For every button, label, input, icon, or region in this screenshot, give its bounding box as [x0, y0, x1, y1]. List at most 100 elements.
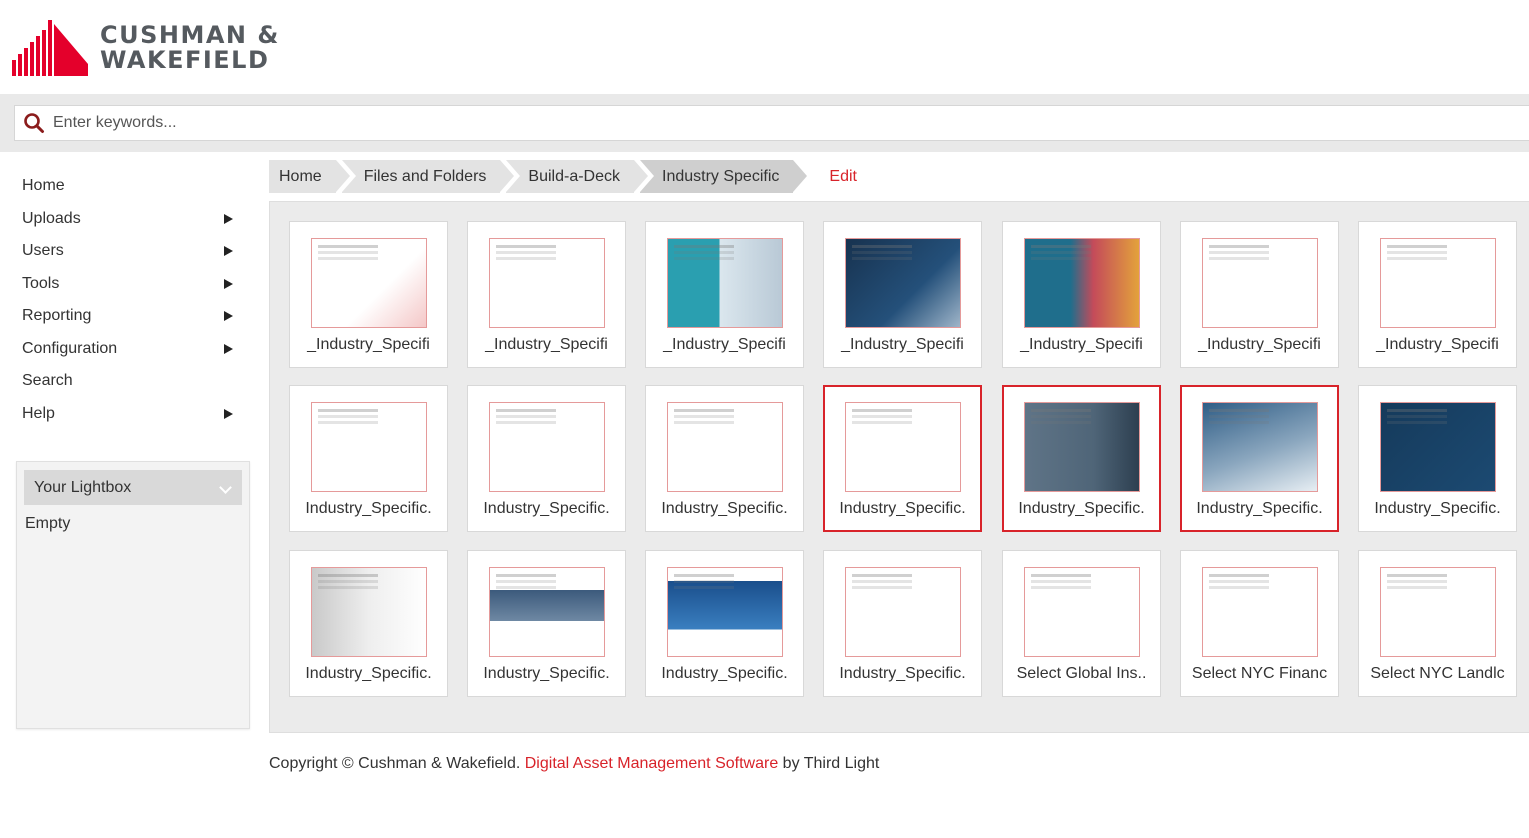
asset-tile-label: Industry_Specific.	[483, 500, 610, 517]
asset-tile-label: Industry_Specific.	[305, 665, 432, 682]
asset-tile[interactable]: Industry_Specific.	[823, 385, 982, 532]
asset-tile-label: _Industry_Specifi	[485, 336, 608, 353]
thumbnail-content	[1209, 245, 1269, 248]
sidebar-item-configuration[interactable]: Configuration	[0, 333, 252, 366]
sidebar-item-label: Home	[22, 177, 65, 195]
thumbnail-content	[674, 245, 734, 248]
breadcrumb-home[interactable]: Home	[269, 160, 350, 193]
asset-thumbnail[interactable]	[1202, 567, 1318, 657]
asset-tile[interactable]: Industry_Specific.	[823, 550, 982, 697]
thumbnail-content	[1387, 245, 1447, 248]
asset-tile[interactable]: Industry_Specific.	[467, 385, 626, 532]
asset-tile-label: Industry_Specific.	[305, 500, 432, 517]
breadcrumb-label: Build-a-Deck	[528, 167, 620, 185]
lightbox-status: Empty	[25, 515, 71, 532]
asset-thumbnail[interactable]	[667, 402, 783, 492]
asset-thumbnail[interactable]	[1202, 238, 1318, 328]
sidebar-item-tools[interactable]: Tools	[0, 268, 252, 301]
search-input[interactable]	[53, 114, 1453, 132]
asset-thumbnail[interactable]	[311, 402, 427, 492]
asset-thumbnail[interactable]	[489, 238, 605, 328]
sidebar-item-label: Search	[22, 372, 73, 390]
asset-tile-label: _Industry_Specifi	[663, 336, 786, 353]
asset-tile[interactable]: Select NYC Landlc	[1358, 550, 1517, 697]
asset-grid: _Industry_Specifi _Industry_Specifi _Indus…	[269, 201, 1529, 733]
asset-thumbnail[interactable]	[311, 567, 427, 657]
sidebar-item-reporting[interactable]: Reporting	[0, 300, 252, 333]
asset-thumbnail[interactable]	[845, 402, 961, 492]
thumbnail-content	[318, 245, 378, 248]
submenu-arrow-icon	[224, 311, 233, 322]
asset-thumbnail[interactable]	[1380, 238, 1496, 328]
cushman-wakefield-logo-icon	[12, 20, 88, 76]
asset-thumbnail[interactable]	[1024, 567, 1140, 657]
asset-thumbnail[interactable]	[845, 567, 961, 657]
asset-tile-label: _Industry_Specifi	[841, 336, 964, 353]
sidebar-item-uploads[interactable]: Uploads	[0, 203, 252, 236]
asset-tile[interactable]: _Industry_Specifi	[467, 221, 626, 368]
header: CUSHMAN & WAKEFIELD	[0, 0, 1529, 94]
asset-thumbnail[interactable]	[1380, 402, 1496, 492]
asset-tile-label: Industry_Specific.	[839, 665, 966, 682]
thumbnail-content	[674, 409, 734, 412]
logo-line-1: CUSHMAN &	[100, 21, 280, 49]
asset-tile[interactable]: Industry_Specific.	[289, 385, 448, 532]
asset-tile[interactable]: Select Global Ins..	[1002, 550, 1161, 697]
lightbox-select[interactable]: Your Lightbox	[24, 470, 242, 505]
sidebar-item-help[interactable]: Help	[0, 398, 252, 431]
breadcrumb-build-a-deck[interactable]: Build-a-Deck	[506, 160, 648, 193]
asset-tile[interactable]: _Industry_Specifi	[1002, 221, 1161, 368]
sidebar-item-users[interactable]: Users	[0, 235, 252, 268]
asset-thumbnail[interactable]	[1024, 402, 1140, 492]
asset-thumbnail[interactable]	[845, 238, 961, 328]
thumbnail-content	[852, 409, 912, 412]
asset-thumbnail[interactable]	[489, 402, 605, 492]
sidebar-item-search[interactable]: Search	[0, 365, 252, 398]
asset-tile[interactable]: _Industry_Specifi	[823, 221, 982, 368]
submenu-arrow-icon	[224, 246, 233, 257]
asset-thumbnail[interactable]	[667, 238, 783, 328]
asset-thumbnail[interactable]	[1202, 402, 1318, 492]
footer-dam-link[interactable]: Digital Asset Management Software	[525, 755, 778, 772]
asset-tile-label: Select Global Ins..	[1016, 665, 1147, 682]
asset-tile[interactable]: _Industry_Specifi	[645, 221, 804, 368]
asset-tile[interactable]: _Industry_Specifi	[1180, 221, 1339, 368]
thumbnail-content	[1209, 574, 1269, 577]
asset-thumbnail[interactable]	[1380, 567, 1496, 657]
submenu-arrow-icon	[224, 408, 233, 419]
asset-tile[interactable]: Industry_Specific.	[645, 550, 804, 697]
sidebar-item-label: Uploads	[22, 209, 81, 227]
thumbnail-content	[496, 409, 556, 412]
thumbnail-content	[496, 574, 556, 577]
asset-thumbnail[interactable]	[1024, 238, 1140, 328]
asset-tile[interactable]: Industry_Specific.	[289, 550, 448, 697]
asset-tile-label: Industry_Specific.	[1018, 500, 1145, 517]
asset-tile-label: Industry_Specific.	[661, 665, 788, 682]
asset-tile-label: _Industry_Specifi	[1376, 336, 1499, 353]
breadcrumb-label: Industry Specific	[662, 167, 780, 185]
sidebar-item-label: Help	[22, 404, 55, 422]
asset-tile[interactable]: _Industry_Specifi	[289, 221, 448, 368]
logo[interactable]: CUSHMAN & WAKEFIELD	[12, 20, 280, 76]
search-icon[interactable]	[23, 112, 45, 134]
breadcrumb-files-and-folders[interactable]: Files and Folders	[341, 160, 515, 193]
asset-tile[interactable]: Select NYC Financ	[1180, 550, 1339, 697]
asset-thumbnail[interactable]	[311, 238, 427, 328]
asset-thumbnail[interactable]	[667, 567, 783, 657]
asset-tile[interactable]: _Industry_Specifi	[1358, 221, 1517, 368]
search-box	[14, 105, 1529, 141]
breadcrumb-industry-specific[interactable]: Industry Specific	[640, 160, 808, 193]
submenu-arrow-icon	[224, 343, 233, 354]
asset-tile[interactable]: Industry_Specific.	[1180, 385, 1339, 532]
thumbnail-content	[1209, 409, 1269, 412]
edit-link[interactable]: Edit	[829, 168, 857, 186]
sidebar-item-home[interactable]: Home	[0, 170, 252, 203]
sidebar-item-label: Configuration	[22, 339, 118, 357]
thumbnail-content	[318, 574, 378, 577]
asset-tile[interactable]: Industry_Specific.	[1002, 385, 1161, 532]
asset-tile[interactable]: Industry_Specific.	[1358, 385, 1517, 532]
asset-tile[interactable]: Industry_Specific.	[645, 385, 804, 532]
asset-tile[interactable]: Industry_Specific.	[467, 550, 626, 697]
asset-thumbnail[interactable]	[489, 567, 605, 657]
asset-tile-label: Select NYC Landlc	[1370, 665, 1505, 682]
